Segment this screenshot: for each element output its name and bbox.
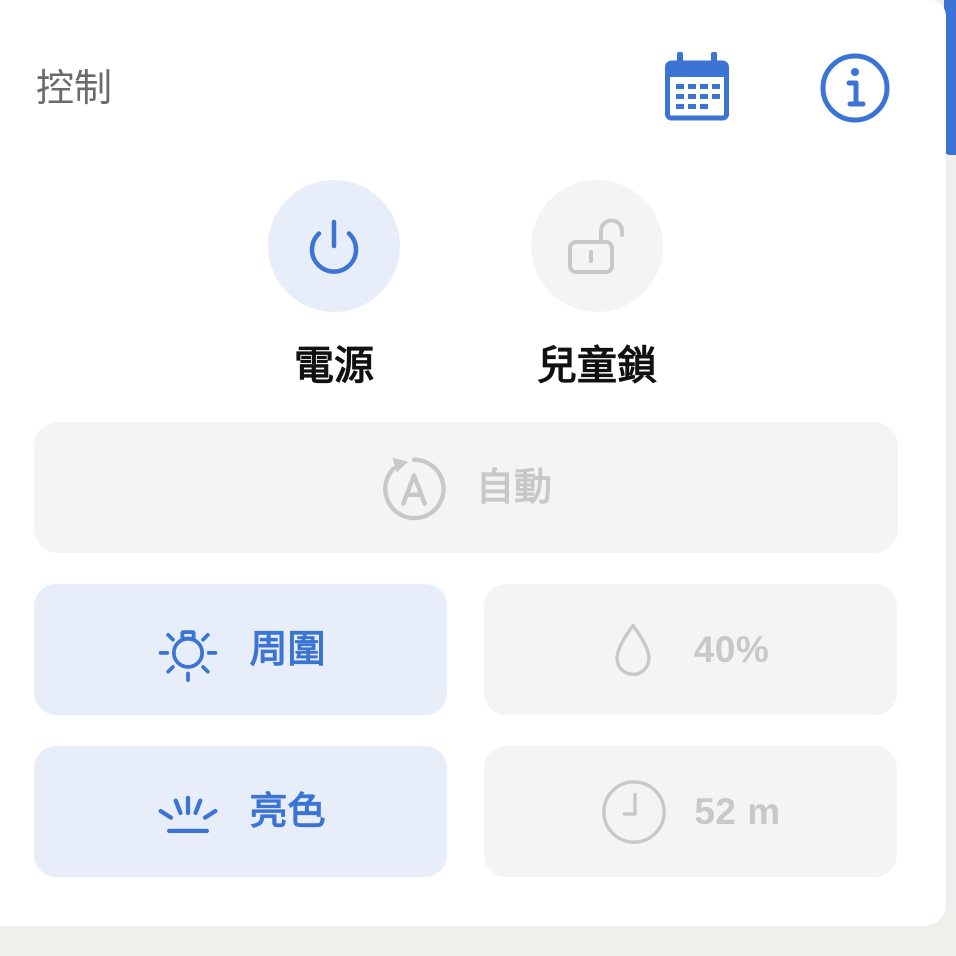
power-button[interactable] (268, 180, 400, 312)
child-lock-button[interactable] (531, 180, 663, 312)
ambient-light-label: 周圍 (249, 628, 326, 671)
calendar-icon[interactable] (664, 52, 730, 122)
power-icon (304, 216, 364, 276)
control-card: 控制 電源 兒童鎖 自動 周圍 40% 亮色 52 m (0, 0, 946, 926)
brightness-label: 亮色 (249, 790, 326, 833)
brightness-button[interactable]: 亮色 (34, 746, 447, 877)
child-lock-label: 兒童鎖 (537, 344, 657, 388)
ambient-light-button[interactable]: 周圍 (34, 584, 447, 715)
power-label: 電源 (294, 344, 374, 388)
auto-mode-icon (380, 453, 448, 523)
timer-button[interactable]: 52 m (484, 746, 897, 877)
auto-mode-label: 自動 (475, 466, 552, 509)
timer-value: 52 m (694, 790, 781, 832)
humidity-button[interactable]: 40% (484, 584, 897, 715)
info-icon[interactable] (819, 52, 891, 124)
water-drop-icon (612, 621, 654, 679)
page-title: 控制 (36, 68, 113, 110)
humidity-value: 40% (693, 628, 770, 670)
unlock-icon (565, 216, 629, 276)
clock-icon (600, 778, 668, 846)
auto-mode-button[interactable]: 自動 (34, 422, 898, 553)
ambient-light-icon (155, 616, 221, 684)
brightness-icon (155, 779, 221, 845)
